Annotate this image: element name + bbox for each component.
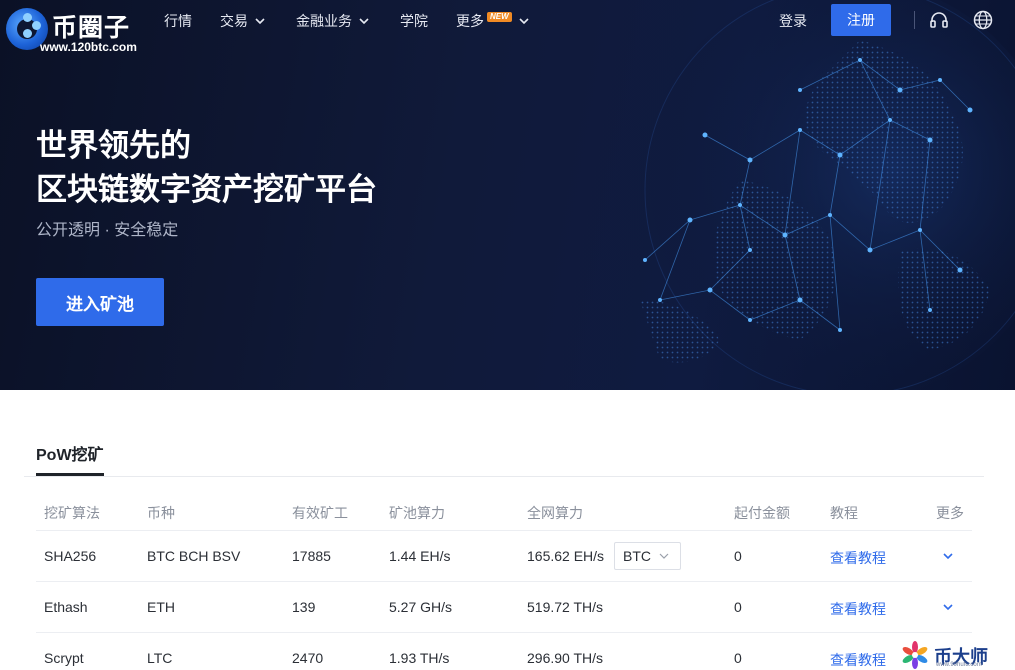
- cell-coins: ETH: [147, 599, 175, 615]
- tab-pow-mining[interactable]: PoW挖矿: [36, 441, 104, 465]
- register-button[interactable]: 注册: [831, 4, 891, 36]
- column-header-min-payout: 起付金额: [734, 505, 790, 521]
- new-badge: NEW: [487, 12, 512, 22]
- view-tutorial-link[interactable]: 查看教程: [830, 650, 886, 670]
- view-tutorial-link[interactable]: 查看教程: [830, 548, 886, 568]
- cell-coins: LTC: [147, 650, 173, 666]
- coin-select-dropdown[interactable]: BTC: [614, 542, 681, 570]
- nav-item-label: 学院: [400, 13, 428, 29]
- hero-title-line2: 区块链数字资产挖矿平台: [36, 172, 377, 207]
- hero-banner: 币圈子 www.120btc.com 行情 交易 金融业务 学院 更多 NEW …: [0, 0, 1015, 390]
- brand-logo[interactable]: 币圈子 www.120btc.com: [6, 4, 166, 56]
- login-link[interactable]: 登录: [779, 11, 807, 31]
- headset-icon[interactable]: [928, 9, 950, 31]
- cell-pool-hashrate: 1.44 EH/s: [389, 548, 451, 564]
- cell-network-hashrate: 296.90 TH/s: [527, 650, 604, 666]
- cell-algorithm: Scrypt: [44, 650, 84, 666]
- coin-select-value: BTC: [623, 548, 651, 564]
- watermark-logo: 币大师 www.99hufu.com: [900, 640, 1010, 670]
- column-header-pool-hashrate: 矿池算力: [389, 505, 445, 521]
- globe-icon[interactable]: [972, 9, 994, 31]
- flower-logo-icon: [902, 641, 928, 669]
- tab-divider: [24, 476, 984, 477]
- row-divider: [36, 530, 972, 531]
- cell-miners: 17885: [292, 548, 331, 564]
- logo-url: www.120btc.com: [40, 40, 137, 54]
- cell-algorithm: Ethash: [44, 599, 88, 615]
- chevron-down-icon: [659, 553, 669, 559]
- column-header-network-hashrate: 全网算力: [527, 505, 583, 521]
- top-nav: 币圈子 www.120btc.com 行情 交易 金融业务 学院 更多 NEW …: [0, 0, 1015, 54]
- nav-item-more[interactable]: 更多 NEW: [456, 11, 530, 31]
- chevron-down-icon: [519, 18, 529, 25]
- nav-divider: [914, 11, 915, 29]
- nav-item-label: 行情: [164, 13, 192, 29]
- column-header-algorithm: 挖矿算法: [44, 505, 100, 521]
- cell-min-payout: 0: [734, 650, 742, 666]
- logo-dot-icon: [23, 13, 32, 22]
- column-header-tutorial: 教程: [830, 505, 858, 521]
- cell-coins: BTC BCH BSV: [147, 548, 241, 564]
- globe-illustration: [640, 0, 1015, 390]
- nav-item-market[interactable]: 行情: [164, 11, 192, 31]
- watermark-url: www.99hufu.com: [936, 662, 982, 668]
- hero-subtitle: 公开透明 · 安全稳定: [36, 222, 179, 239]
- chevron-down-icon: [255, 18, 265, 25]
- cell-algorithm: SHA256: [44, 548, 97, 564]
- logo-text: 币圈子: [52, 14, 131, 42]
- cell-pool-hashrate: 1.93 TH/s: [389, 650, 450, 666]
- nav-item-label: 交易: [220, 13, 248, 29]
- cell-network-hashrate: 519.72 TH/s: [527, 599, 604, 615]
- expand-row-icon[interactable]: [941, 549, 955, 563]
- cell-min-payout: 0: [734, 548, 742, 564]
- expand-row-icon[interactable]: [941, 600, 955, 614]
- column-header-more: 更多: [936, 505, 964, 521]
- logo-dot-icon: [23, 29, 32, 38]
- logo-dot-icon: [32, 21, 41, 30]
- row-divider: [36, 581, 972, 582]
- nav-item-label: 金融业务: [296, 13, 352, 29]
- cell-miners: 2470: [292, 650, 324, 666]
- chevron-down-icon: [359, 18, 369, 25]
- cell-network-hashrate: 165.62 EH/s: [527, 548, 605, 564]
- cell-pool-hashrate: 5.27 GH/s: [389, 599, 453, 615]
- enter-pool-button[interactable]: 进入矿池: [36, 278, 164, 326]
- nav-item-trade[interactable]: 交易: [220, 11, 266, 31]
- row-divider: [36, 632, 972, 633]
- column-header-coins: 币种: [147, 505, 175, 521]
- view-tutorial-link[interactable]: 查看教程: [830, 599, 886, 619]
- hero-title: 世界领先的 区块链数字资产挖矿平台: [36, 124, 377, 212]
- cell-miners: 139: [292, 599, 316, 615]
- hero-title-line1: 世界领先的: [36, 128, 191, 163]
- column-header-miners: 有效矿工: [292, 505, 348, 521]
- nav-item-academy[interactable]: 学院: [400, 11, 428, 31]
- cell-min-payout: 0: [734, 599, 742, 615]
- nav-item-label: 更多: [456, 13, 484, 29]
- nav-item-finance[interactable]: 金融业务: [296, 11, 370, 31]
